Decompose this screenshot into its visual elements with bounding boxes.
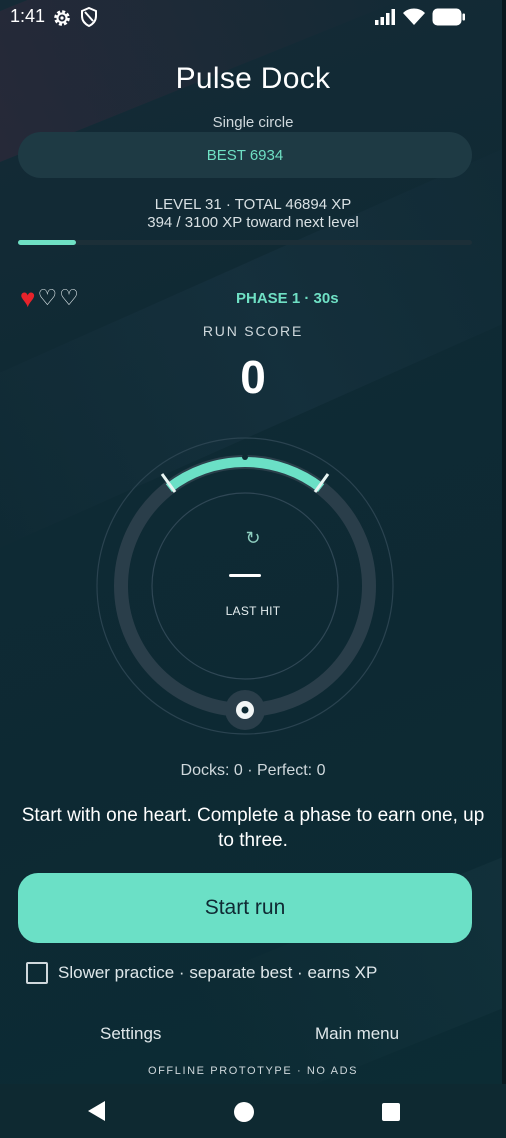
- run-score-value: 0: [240, 351, 266, 403]
- slower-practice-checkbox[interactable]: [26, 962, 48, 984]
- best-score-text: BEST 6934: [206, 146, 284, 164]
- back-icon[interactable]: [88, 1101, 105, 1121]
- battery-icon: [432, 8, 465, 26]
- footer-note: OFFLINE PROTOTYPE · NO ADS: [147, 1065, 359, 1077]
- settings-link[interactable]: Settings: [100, 1024, 161, 1044]
- last-hit-value: —: [229, 574, 261, 577]
- heart-hint: Start with one heart. Complete a phase t…: [21, 805, 485, 851]
- inner-ring: [151, 492, 339, 680]
- start-run-button[interactable]: Start run: [18, 873, 472, 943]
- status-time: 1:41: [10, 6, 46, 26]
- signal-icon: [375, 9, 395, 25]
- game-mode-label: Single circle: [212, 114, 294, 131]
- heart-full-icon: ♥: [20, 283, 36, 313]
- main-menu-link[interactable]: Main menu: [315, 1024, 399, 1044]
- home-icon[interactable]: [234, 1102, 254, 1122]
- xp-progress-fill: [18, 240, 76, 245]
- app-title: Pulse Dock: [175, 62, 331, 95]
- lives-hearts: ♥ ♡ ♡: [20, 285, 79, 311]
- heart-empty-icon: ♡: [59, 285, 79, 310]
- pulse-dot-core: [241, 706, 249, 714]
- slower-practice-option[interactable]: Slower practice · separate best · earns …: [26, 962, 377, 984]
- heart-empty-icon: ♡: [37, 285, 58, 310]
- recent-apps-icon[interactable]: [382, 1103, 400, 1121]
- rotate-icon: ↻: [245, 528, 261, 548]
- dock-dial[interactable]: [95, 436, 395, 736]
- docks-perfect-stats: Docks: 0 · Perfect: 0: [180, 762, 326, 779]
- target-center-dot: [242, 454, 248, 460]
- best-score-pill: BEST 6934: [18, 132, 472, 178]
- level-total-xp: LEVEL 31 · TOTAL 46894 XP: [154, 196, 352, 213]
- screen-edge-lower: [502, 640, 506, 1138]
- shield-icon: [81, 7, 97, 27]
- xp-progress-text: 394 / 3100 XP toward next level: [147, 214, 359, 231]
- run-score-label: RUN SCORE: [202, 323, 304, 339]
- outer-ring: [96, 437, 394, 735]
- settings-gear-icon: [54, 10, 70, 26]
- xp-progress-bar: [18, 240, 472, 245]
- target-arc: [165, 457, 325, 493]
- last-hit-label: LAST HIT: [225, 604, 281, 618]
- track-ring: [114, 455, 376, 717]
- slower-practice-label: Slower practice · separate best · earns …: [58, 963, 378, 982]
- phase-indicator: PHASE 1 · 30s: [236, 290, 339, 307]
- wifi-icon: [403, 8, 425, 25]
